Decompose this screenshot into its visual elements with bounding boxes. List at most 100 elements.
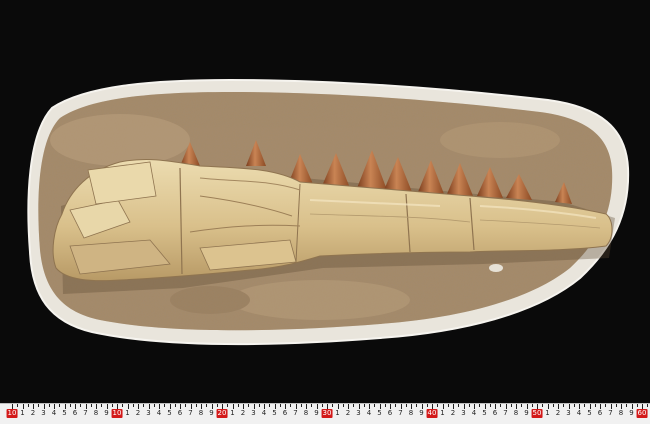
ruler-number: 2 <box>30 409 36 417</box>
ruler-tick <box>38 404 40 407</box>
ruler-number: 8 <box>303 409 309 417</box>
ruler-number: 9 <box>104 409 109 417</box>
ruler-tick <box>573 404 575 407</box>
ruler-number: 6 <box>177 409 183 417</box>
ruler-number: 20 <box>216 409 228 418</box>
ruler-number: 3 <box>356 409 361 417</box>
ruler-number: 3 <box>146 409 151 417</box>
ruler-tick <box>363 404 365 407</box>
ruler-tick <box>479 404 481 407</box>
ruler-tick <box>531 404 533 407</box>
ruler-number: 1 <box>440 409 445 417</box>
ruler-number: 9 <box>524 409 529 417</box>
ruler-number: 8 <box>198 409 204 417</box>
ruler-tick <box>615 404 617 407</box>
ruler-tick <box>605 404 607 407</box>
ruler-tick <box>80 404 82 407</box>
ruler-tick <box>311 404 313 407</box>
ruler-number: 4 <box>471 409 477 417</box>
ruler-tick <box>374 404 376 407</box>
ruler-tick <box>626 404 628 407</box>
ruler-tick <box>489 404 491 407</box>
ruler-tick <box>542 404 544 407</box>
ruler-number: 6 <box>597 409 603 417</box>
ruler-number: 8 <box>513 409 519 417</box>
ruler-number: 2 <box>345 409 351 417</box>
ruler-number: 1 <box>125 409 130 417</box>
ruler-tick <box>153 404 155 407</box>
ruler-tick <box>111 404 113 407</box>
ruler-number: 4 <box>261 409 267 417</box>
ruler-tick <box>437 404 439 407</box>
ruler-tick <box>468 404 470 407</box>
ruler-tick <box>510 404 512 407</box>
ruler-number: 2 <box>135 409 141 417</box>
ruler-tick <box>521 404 523 407</box>
ruler-tick <box>237 404 239 407</box>
ruler-tick <box>48 404 50 407</box>
ruler-number: 1 <box>545 409 550 417</box>
ruler-tick <box>563 404 565 407</box>
ruler-tick <box>552 404 554 407</box>
ruler-number: 8 <box>618 409 624 417</box>
ruler-number: 4 <box>366 409 372 417</box>
ruler-tick <box>395 404 397 407</box>
ruler-tick <box>384 404 386 407</box>
ruler-tick <box>647 404 649 407</box>
ruler-number: 7 <box>293 409 298 417</box>
ruler-number: 6 <box>72 409 78 417</box>
ruler-tick <box>17 404 19 407</box>
ruler-number: 10 <box>111 409 123 418</box>
ruler-number: 7 <box>83 409 88 417</box>
ruler-number: 7 <box>188 409 193 417</box>
ruler-number: 4 <box>576 409 582 417</box>
ruler-tick <box>132 404 134 407</box>
ruler-tick <box>27 404 29 407</box>
ruler-tick <box>426 404 428 407</box>
ruler-number: 5 <box>587 409 592 417</box>
measuring-ruler: 10 1 2 3 4 5 6 7 8 9 10 1 2 3 4 5 6 7 8 9 20 1 2 3 4 5 6 7 8 9 30 1 2 3 4 5… <box>0 403 650 424</box>
ruler-number: 1 <box>335 409 340 417</box>
ruler-number: 3 <box>461 409 466 417</box>
ruler-tick <box>279 404 281 407</box>
ruler-tick <box>458 404 460 407</box>
ruler-tick <box>185 404 187 407</box>
ruler-tick <box>69 404 71 407</box>
ruler-tick <box>636 404 638 407</box>
ruler-tick <box>248 404 250 407</box>
ruler-tick <box>447 404 449 407</box>
ruler-number: 9 <box>629 409 634 417</box>
ruler-tick <box>584 404 586 407</box>
ruler-number: 3 <box>41 409 46 417</box>
ruler-tick <box>90 404 92 407</box>
ruler-tick <box>500 404 502 407</box>
ruler-number: 40 <box>426 409 438 418</box>
ruler-tick <box>101 404 103 407</box>
ruler-number: 6 <box>387 409 393 417</box>
ruler-tick <box>300 404 302 407</box>
ruler-tick <box>321 404 323 407</box>
ruler-number: 7 <box>608 409 613 417</box>
ruler-number: 3 <box>251 409 256 417</box>
ruler-number: 5 <box>272 409 277 417</box>
ruler-number: 60 <box>636 409 648 418</box>
ruler-tick <box>164 404 166 407</box>
ruler-tick <box>416 404 418 407</box>
ruler-number: 2 <box>555 409 561 417</box>
ruler-number: 50 <box>531 409 543 418</box>
ruler-number: 6 <box>492 409 498 417</box>
ruler-number: 7 <box>398 409 403 417</box>
fossil-photo <box>27 78 630 346</box>
ruler-number: 5 <box>62 409 67 417</box>
ruler-tick <box>342 404 344 407</box>
ruler-tick <box>227 404 229 407</box>
ruler-number: 10 <box>6 409 18 418</box>
ruler-number: 4 <box>51 409 57 417</box>
ruler-tick <box>195 404 197 407</box>
ruler-tick <box>122 404 124 407</box>
ruler-number: 8 <box>93 409 99 417</box>
ruler-number: 3 <box>566 409 571 417</box>
ruler-number: 7 <box>503 409 508 417</box>
pebble <box>489 264 503 272</box>
ruler-number: 2 <box>450 409 456 417</box>
